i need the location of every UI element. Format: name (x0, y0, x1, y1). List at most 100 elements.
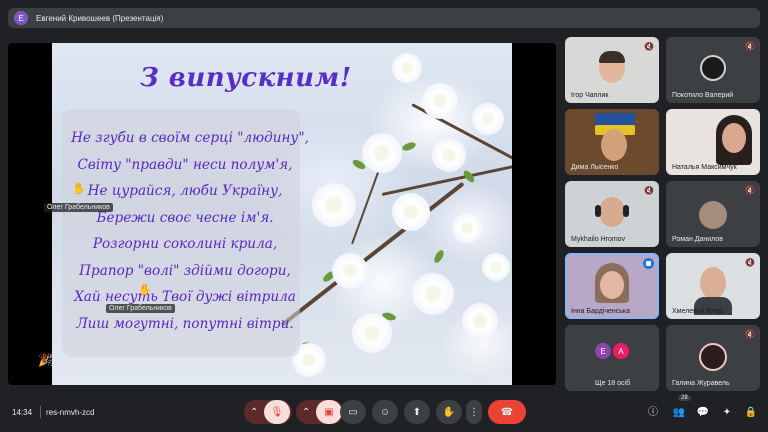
mic-off-icon: 🔇 (745, 42, 755, 51)
camera-off-icon: ▣ (324, 406, 334, 418)
participant-tile[interactable]: 🔇 Ігор Чаплик (565, 37, 659, 103)
poem-line: Не цурайся, люби Україну, (87, 183, 283, 199)
participant-name-tag: Олег Грабельников (106, 304, 175, 313)
participant-avatar (700, 55, 726, 81)
emoji-icon: ☺ (379, 406, 391, 418)
captions-button[interactable]: ▭ (340, 400, 366, 424)
participant-name: Інна Бардіченська (571, 308, 631, 315)
mic-off-icon: 🔇 (745, 258, 755, 267)
reactions-button[interactable]: ☺ (372, 400, 398, 424)
present-button[interactable]: ⬆ (404, 400, 430, 424)
blossom-decoration (352, 313, 392, 353)
leave-call-button[interactable]: ☎ (488, 400, 526, 424)
chevron-up-icon: ⌃ (302, 406, 311, 418)
participant-tile[interactable]: 🔇 Покотило Валерий (666, 37, 760, 103)
participant-name: Ігор Чаплик (571, 92, 609, 99)
participant-face (599, 197, 625, 227)
mic-off-icon: 🔇 (644, 42, 654, 51)
more-vert-icon: ⋮ (469, 406, 479, 418)
poem-line: Хай несуть Твої дужі вітрила (74, 289, 296, 305)
activities-icon[interactable]: ✦ (720, 406, 734, 420)
people-icon[interactable]: 👥 (672, 406, 686, 420)
blossom-decoration (472, 103, 504, 135)
participant-name: Наталья Максимчук (672, 164, 737, 171)
leaf-decoration (432, 248, 446, 265)
mic-off-icon: 🔇 (644, 186, 654, 195)
mic-off-icon: 🎙 (270, 406, 284, 418)
participant-tile[interactable]: 🔇 Mykhailo Hromov (565, 181, 659, 247)
present-screen-icon: ⬆ (412, 406, 422, 418)
blossom-decoration (392, 53, 422, 83)
presenter-avatar: E (14, 11, 28, 25)
participant-avatar: A (613, 343, 629, 359)
leaf-decoration (461, 168, 477, 185)
participant-name: Роман Данилов (672, 236, 723, 243)
participant-name: Покотило Валерий (672, 92, 734, 99)
presenter-bar: E Евгений Кривошеев (Презентація) (8, 8, 760, 28)
participant-name: Mykhailo Hromov (571, 236, 626, 243)
presenter-title: Евгений Кривошеев (Презентація) (36, 13, 164, 23)
mic-off-icon: 🔇 (745, 330, 755, 339)
participant-tile-active-speaker[interactable]: Інна Бардіченська (565, 253, 659, 319)
participant-name: Хмелевой Влад (672, 308, 724, 315)
raised-hand-icon: ✋ (138, 284, 152, 296)
meeting-code: res-nmvh-zcd (46, 408, 95, 417)
clock: 14:34 (12, 408, 33, 417)
poem-line: Прапор "волі" здійми догори, (79, 262, 291, 279)
participant-avatar (699, 201, 727, 229)
info-icon[interactable]: ⓘ (646, 406, 660, 420)
speaking-indicator-icon (643, 258, 654, 269)
blossom-decoration (462, 303, 498, 339)
blossom-decoration (392, 193, 430, 231)
flag-decoration (595, 113, 635, 125)
blossom-decoration (452, 213, 482, 243)
participant-tile[interactable]: Дима Лысенко (565, 109, 659, 175)
participant-face (600, 271, 624, 299)
participant-name: Дима Лысенко (571, 164, 619, 171)
blossom-decoration (422, 83, 458, 119)
more-options-button[interactable]: ⋮ (466, 400, 482, 424)
participant-tile[interactable]: 🔇 Галина Журавель (666, 325, 760, 391)
mic-toggle-button[interactable]: 🎙 (264, 400, 290, 424)
participant-face (601, 129, 627, 161)
more-participants-label: Ще 18 осіб (595, 380, 631, 387)
headphones-icon (623, 205, 629, 217)
participant-tile[interactable]: Наталья Максимчук (666, 109, 760, 175)
presentation-slide: З випускним! Не згуби в своїм серці "люд… (52, 43, 512, 385)
poem-line: Розгорни соколині крила, (92, 236, 278, 252)
more-participants-avatars: E A (595, 343, 629, 359)
headphones-icon (595, 205, 601, 217)
presentation-stage[interactable]: З випускним! Не згуби в своїм серці "люд… (8, 43, 556, 385)
mic-off-icon: 🔇 (745, 186, 755, 195)
participant-face (722, 123, 746, 153)
participant-tile[interactable]: 🔇 Хмелевой Влад (666, 253, 760, 319)
hang-up-icon: ☎ (500, 406, 514, 418)
participant-tile[interactable]: 🔇 Роман Данилов (666, 181, 760, 247)
raise-hand-button[interactable]: ✋ (436, 400, 462, 424)
slide-title: З випускним! (140, 63, 352, 93)
control-bar: 14:34 res-nmvh-zcd ⌃ 🎙 ⌃ ▣ ▭ ☺ ⬆ ✋ ⋮ ☎ ⓘ… (0, 396, 768, 432)
meet-window: E Евгений Кривошеев (Презентація) З випу… (0, 0, 768, 432)
host-controls-icon[interactable]: 🔒 (744, 406, 758, 420)
chevron-up-icon: ⌃ (250, 406, 259, 418)
blossom-decoration (432, 138, 466, 172)
poem-line: Не згуби в своїм серці "людину", (71, 130, 309, 146)
leaf-decoration (401, 140, 417, 153)
participant-name: Галина Журавель (672, 380, 730, 387)
blossom-decoration (412, 273, 454, 315)
camera-toggle-button[interactable]: ▣ (316, 400, 342, 424)
participants-count-badge: 28 (678, 395, 691, 401)
divider (40, 406, 41, 418)
poem-line: Світу "правди" неси полум'я, (77, 156, 293, 173)
blossom-decoration (482, 253, 510, 281)
raised-hand-icon: ✋ (72, 183, 86, 195)
participant-name-tag: Олег Грабельников (44, 203, 113, 212)
participant-avatar (699, 343, 727, 371)
blossom-decoration (362, 133, 402, 173)
participant-avatar: E (595, 343, 611, 359)
more-participants-tile[interactable]: E A Ще 18 осіб (565, 325, 659, 391)
party-emoji-icon: 🎉 (38, 353, 53, 367)
participant-face (700, 267, 726, 299)
captions-icon: ▭ (348, 406, 358, 418)
chat-icon[interactable]: 💬 (696, 406, 710, 420)
